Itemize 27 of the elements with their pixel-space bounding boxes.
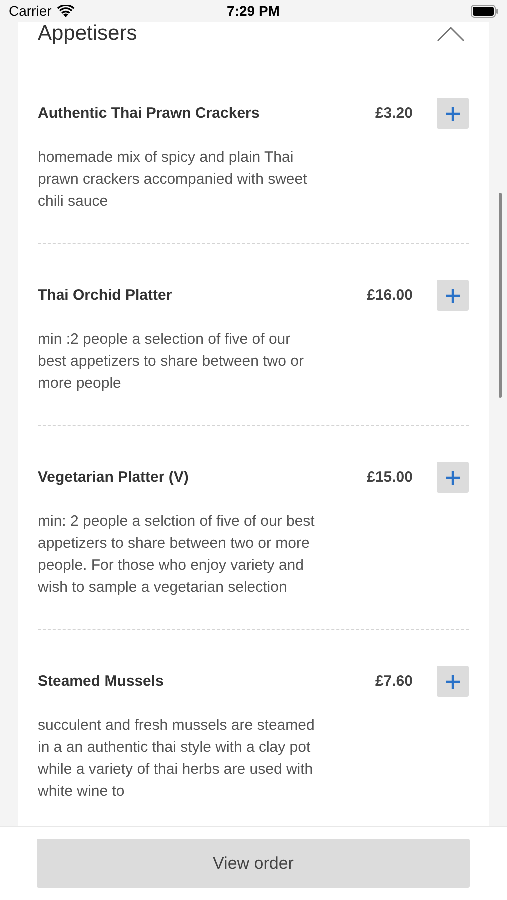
dish-price: £7.60 <box>375 673 413 690</box>
plus-icon <box>445 106 461 122</box>
dish-price: £15.00 <box>367 469 413 486</box>
plus-icon <box>445 470 461 486</box>
add-button[interactable] <box>437 462 469 493</box>
add-button[interactable] <box>437 280 469 311</box>
dish-price: £16.00 <box>367 287 413 304</box>
carrier-label: Carrier <box>9 3 52 19</box>
dish-name: Authentic Thai Prawn Crackers <box>38 105 261 122</box>
dish-name: Vegetarian Platter (V) <box>38 469 190 486</box>
dish-description: succulent and fresh mussels are steamed in a an authentic thai style with a clay pot while a variety of thai herbs are used with white wine to <box>38 716 316 802</box>
dish-price: £3.20 <box>375 105 413 122</box>
dish-name: Thai Orchid Platter <box>38 287 174 304</box>
dish-description: homemade mix of spicy and plain Thai prawn crackers accompanied with sweet chili sauce <box>38 148 308 212</box>
dish-name: Steamed Mussels <box>38 673 165 690</box>
add-button[interactable] <box>437 98 469 129</box>
chevron-icon[interactable] <box>437 26 465 42</box>
battery-icon <box>471 4 499 18</box>
section-title: Appetisers <box>38 22 138 46</box>
dish-description: min: 2 people a selction of five of our best appetizers to share between two or more people. For those who enjoy variety and wish to sample a vegetarian selection <box>38 512 316 598</box>
plus-icon <box>445 674 461 690</box>
wifi-icon <box>56 4 75 18</box>
add-button[interactable] <box>437 666 469 697</box>
plus-icon <box>445 288 461 304</box>
dish-description: min :2 people a selection of five of our best appetizers to share between two or more people <box>38 330 305 394</box>
view-order-button[interactable]: View order <box>37 839 470 888</box>
status-time: 7:29 PM <box>227 3 280 19</box>
